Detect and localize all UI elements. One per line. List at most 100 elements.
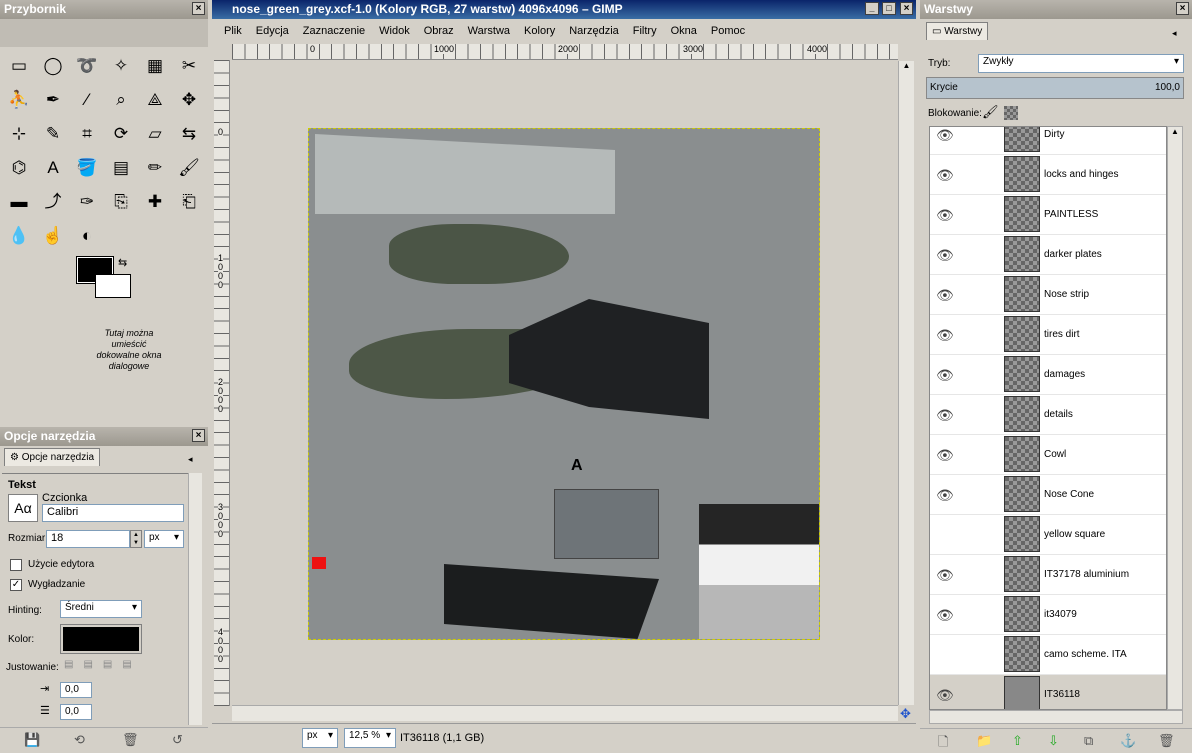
paths-icon[interactable]: ✒ [40,87,66,113]
perspective-icon[interactable]: ▱ [142,121,168,147]
menu-plik[interactable]: Plik [224,25,242,37]
horizontal-ruler[interactable]: 0 1000 2000 3000 4000 [232,44,898,60]
layer-name[interactable]: IT36118 [1044,689,1080,700]
menu-zaznaczenie[interactable]: Zaznaczenie [303,25,365,37]
menu-filtry[interactable]: Filtry [633,25,657,37]
anchor-layer-icon[interactable]: ⚓ [1120,733,1136,749]
layer-name[interactable]: camo scheme. ITA [1044,649,1127,660]
lower-layer-icon[interactable]: ⇩ [1048,733,1059,749]
zoom-dropdown[interactable]: 12,5 % ▾ [344,728,396,748]
lasso-icon[interactable]: ➰ [74,53,100,79]
layer-row[interactable]: 👁 it34079 [930,595,1166,635]
save-options-icon[interactable]: 💾 [24,732,40,748]
smudge-icon[interactable]: ☝ [40,223,66,249]
canvas-area[interactable]: A [232,61,898,705]
layer-name[interactable]: damages [1044,369,1085,380]
layer-name[interactable]: yellow square [1044,529,1105,540]
tool-options-titlebar[interactable]: Opcje narzędzia × [0,427,208,446]
menu-kolory[interactable]: Kolory [524,25,555,37]
visibility-eye-icon[interactable]: 👁 [936,207,954,224]
menu-warstwa[interactable]: Warstwa [468,25,510,37]
ink-icon[interactable]: ✑ [74,189,100,215]
layer-name[interactable]: it34079 [1044,609,1077,620]
blur-icon[interactable]: 💧 [6,223,32,249]
visibility-eye-icon[interactable]: 👁 [936,167,954,184]
layers-scrollbar[interactable]: ▲ [1167,126,1183,710]
mode-select[interactable]: Zwykły ▾ [978,54,1184,73]
opacity-slider[interactable]: Krycie 100,0 [926,77,1184,99]
layer-name[interactable]: Cowl [1044,449,1066,460]
layer-row[interactable]: 👁 Nose strip [930,275,1166,315]
texture-image[interactable]: A [308,128,820,640]
layer-row[interactable]: 👁 Cowl [930,435,1166,475]
gradient-icon[interactable]: ▤ [108,155,134,181]
menu-okna[interactable]: Okna [671,25,697,37]
crop-icon[interactable]: ⌗ [74,121,100,147]
layer-row[interactable]: 👁 locks and hinges [930,155,1166,195]
layers-titlebar[interactable]: Warstwy × [920,0,1192,19]
visibility-eye-icon[interactable]: 👁 [936,447,954,464]
close-icon[interactable]: × [192,429,205,442]
lock-pixels-icon[interactable]: 🖌 [982,104,999,120]
tab-layers[interactable]: ▭ Warstwy [926,22,989,40]
antialias-checkbox[interactable]: ✓ [10,579,22,591]
menu-narzędzia[interactable]: Narzędzia [569,25,619,37]
scissors-icon[interactable]: ✂ [176,53,202,79]
visibility-eye-icon[interactable]: 👁 [936,687,954,704]
layer-name[interactable]: PAINTLESS [1044,209,1098,220]
vertical-scrollbar[interactable]: ▲ [898,61,914,705]
layer-name[interactable]: IT37178 aluminium [1044,569,1129,580]
restore-options-icon[interactable]: ⟲ [74,732,85,748]
layer-row[interactable]: 👁 PAINTLESS [930,195,1166,235]
layer-name[interactable]: Dirty [1044,129,1065,140]
layers-hscrollbar[interactable] [929,710,1183,724]
layers-list[interactable]: 👁 Dirty 👁 locks and hinges 👁 PAINTLESS 👁 darker… [929,126,1167,710]
swap-colors-icon[interactable]: ⇆ [118,256,127,269]
layer-row[interactable]: 👁 details [930,395,1166,435]
new-group-icon[interactable]: 📁 [976,733,992,749]
menu-pomoc[interactable]: Pomoc [711,25,745,37]
new-layer-icon[interactable]: 🗋 [938,733,948,753]
options-scrollbar[interactable] [188,473,202,725]
raise-layer-icon[interactable]: ⇧ [1012,733,1023,749]
navigate-icon[interactable]: ✥ [900,706,911,722]
text-color-button[interactable] [60,624,142,654]
visibility-eye-icon[interactable]: 👁 [936,407,954,424]
pencil-icon[interactable]: ✏ [142,155,168,181]
scroll-up-icon[interactable]: ▲ [1168,127,1182,136]
menu-edycja[interactable]: Edycja [256,25,289,37]
indent-input[interactable]: 0,0 [60,682,92,698]
layer-name[interactable]: Nose Cone [1044,489,1094,500]
cage-icon[interactable]: ⌬ [6,155,32,181]
hinting-select[interactable]: Średni ▾ [60,600,142,618]
menu-widok[interactable]: Widok [379,25,410,37]
close-icon[interactable]: × [1176,2,1189,15]
size-spin-icon[interactable]: ▲ ▼ [130,530,142,548]
rect-select-icon[interactable]: ▭ [6,53,32,79]
paintbrush-icon[interactable]: 🖌 [176,155,202,181]
layer-row[interactable]: 👁 IT36118 [930,675,1166,709]
zoom-icon[interactable]: ⌕ [108,87,134,113]
knife-icon[interactable]: ✎ [40,121,66,147]
unit-dropdown[interactable]: px ▾ [302,728,338,748]
layer-name[interactable]: details [1044,409,1073,420]
layer-name[interactable]: Nose strip [1044,289,1089,300]
layer-row[interactable]: yellow square [930,515,1166,555]
visibility-eye-icon[interactable]: 👁 [936,247,954,264]
reset-options-icon[interactable]: ↺ [172,732,183,748]
visibility-eye-icon[interactable]: 👁 [936,327,954,344]
visibility-eye-icon[interactable]: 👁 [936,127,954,144]
delete-layer-icon[interactable]: 🗑 [1158,733,1175,749]
rotate-icon[interactable]: ⟳ [108,121,134,147]
layer-row[interactable]: 👁 IT37178 aluminium [930,555,1166,595]
unit-select[interactable]: px ▾ [144,530,184,548]
move-icon[interactable]: ✥ [176,87,202,113]
size-input[interactable]: 18 [46,530,130,548]
line-spacing-input[interactable]: 0,0 [60,704,92,720]
close-icon[interactable]: × [900,2,913,15]
text-icon[interactable]: A [40,155,66,181]
color-select-icon[interactable]: ▦ [142,53,168,79]
color-picker-icon[interactable]: ⁄ [74,87,100,113]
lock-alpha-icon[interactable] [1004,106,1018,120]
maximize-button[interactable]: □ [882,2,896,15]
